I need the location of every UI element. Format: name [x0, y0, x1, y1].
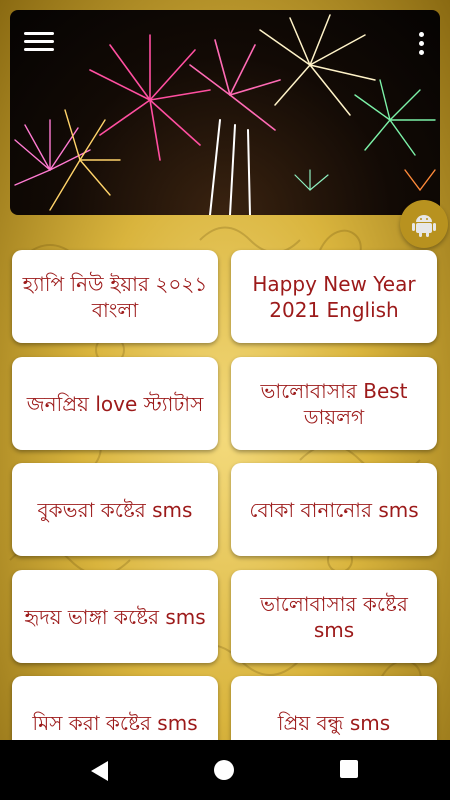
- more-dot: [418, 50, 424, 55]
- android-button[interactable]: [400, 200, 448, 248]
- card-label: হৃদয় ভাঙ্গা কষ্টের sms: [24, 604, 206, 629]
- menu-line: [24, 48, 54, 51]
- menu-line: [24, 32, 54, 35]
- menu-card-popular-love-status[interactable]: জনপ্রিয় love স্ট্যাটাস: [12, 357, 218, 450]
- menu-card-love-sad-sms[interactable]: ভালোবাসার কষ্টের sms: [231, 570, 437, 663]
- card-label: ভালোবাসার কষ্টের sms: [260, 591, 408, 642]
- card-label: প্রিয় বন্ধু sms: [277, 710, 391, 735]
- home-circle-icon[interactable]: [214, 760, 234, 780]
- fireworks-image: [14, 14, 436, 215]
- card-label: ভালোবাসার Best ডায়লগ: [260, 378, 408, 429]
- menu-card-best-love-dialogue[interactable]: ভালোবাসার Best ডায়লগ: [231, 357, 437, 450]
- card-label: Happy New Year 2021 English: [252, 271, 416, 322]
- menu-card-heartbreak-sms[interactable]: হৃদয় ভাঙ্গা কষ্টের sms: [12, 570, 218, 663]
- menu-card-happy-new-year-english[interactable]: Happy New Year 2021 English: [231, 250, 437, 343]
- hamburger-menu-icon[interactable]: [24, 32, 54, 56]
- system-navigation-bar: [0, 740, 450, 800]
- fireworks-banner: [10, 10, 440, 215]
- menu-line: [24, 40, 54, 43]
- card-label: হ্যাপি নিউ ইয়ার ২০২১ বাংলা: [22, 271, 208, 322]
- android-icon: [412, 215, 436, 237]
- menu-card-happy-new-year-bangla[interactable]: হ্যাপি নিউ ইয়ার ২০২১ বাংলা: [12, 250, 218, 343]
- back-triangle-icon[interactable]: [90, 760, 110, 782]
- recent-apps-square-icon[interactable]: [340, 760, 358, 778]
- more-dot: [418, 41, 424, 46]
- more-vertical-icon[interactable]: [414, 32, 428, 58]
- card-label: বোকা বানানোর sms: [249, 497, 419, 522]
- card-label: বুকভরা কষ্টের sms: [37, 497, 193, 522]
- card-label: জনপ্রিয় love স্ট্যাটাস: [26, 391, 204, 416]
- menu-card-sad-sms[interactable]: বুকভরা কষ্টের sms: [12, 463, 218, 556]
- more-dot: [418, 32, 424, 37]
- menu-card-fool-sms[interactable]: বোকা বানানোর sms: [231, 463, 437, 556]
- card-label: মিস করা কষ্টের sms: [32, 710, 198, 735]
